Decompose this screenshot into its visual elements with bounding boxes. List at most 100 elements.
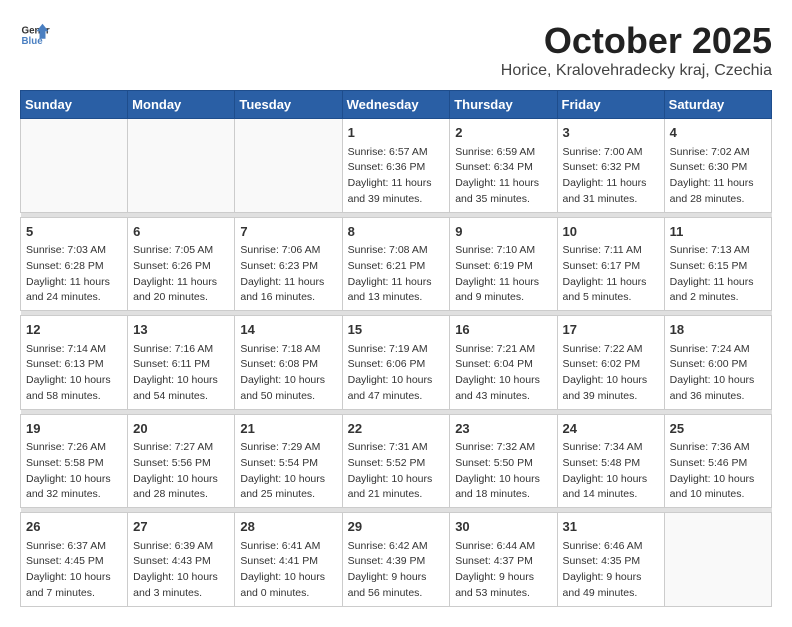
calendar-cell: 3Sunrise: 7:00 AM Sunset: 6:32 PM Daylig… (557, 119, 664, 213)
calendar-cell: 8Sunrise: 7:08 AM Sunset: 6:21 PM Daylig… (342, 217, 450, 311)
day-number: 29 (348, 517, 445, 537)
day-number: 24 (563, 419, 659, 439)
calendar-cell: 23Sunrise: 7:32 AM Sunset: 5:50 PM Dayli… (450, 414, 557, 508)
day-info: Sunrise: 6:42 AM Sunset: 4:39 PM Dayligh… (348, 539, 445, 602)
day-info: Sunrise: 7:18 AM Sunset: 6:08 PM Dayligh… (240, 342, 336, 405)
weekday-header-thursday: Thursday (450, 91, 557, 119)
calendar-cell: 1Sunrise: 6:57 AM Sunset: 6:36 PM Daylig… (342, 119, 450, 213)
calendar-cell: 27Sunrise: 6:39 AM Sunset: 4:43 PM Dayli… (128, 513, 235, 607)
day-info: Sunrise: 7:05 AM Sunset: 6:26 PM Dayligh… (133, 243, 229, 306)
day-number: 18 (670, 320, 766, 340)
day-info: Sunrise: 7:22 AM Sunset: 6:02 PM Dayligh… (563, 342, 659, 405)
day-info: Sunrise: 7:08 AM Sunset: 6:21 PM Dayligh… (348, 243, 445, 306)
day-number: 10 (563, 222, 659, 242)
calendar-cell: 29Sunrise: 6:42 AM Sunset: 4:39 PM Dayli… (342, 513, 450, 607)
calendar-cell: 30Sunrise: 6:44 AM Sunset: 4:37 PM Dayli… (450, 513, 557, 607)
calendar-cell: 6Sunrise: 7:05 AM Sunset: 6:26 PM Daylig… (128, 217, 235, 311)
day-number: 1 (348, 123, 445, 143)
calendar-cell: 24Sunrise: 7:34 AM Sunset: 5:48 PM Dayli… (557, 414, 664, 508)
calendar-cell: 19Sunrise: 7:26 AM Sunset: 5:58 PM Dayli… (21, 414, 128, 508)
day-number: 16 (455, 320, 551, 340)
calendar-cell: 10Sunrise: 7:11 AM Sunset: 6:17 PM Dayli… (557, 217, 664, 311)
day-info: Sunrise: 7:34 AM Sunset: 5:48 PM Dayligh… (563, 440, 659, 503)
calendar-cell (128, 119, 235, 213)
day-number: 12 (26, 320, 122, 340)
day-info: Sunrise: 7:27 AM Sunset: 5:56 PM Dayligh… (133, 440, 229, 503)
day-info: Sunrise: 7:32 AM Sunset: 5:50 PM Dayligh… (455, 440, 551, 503)
calendar-cell: 2Sunrise: 6:59 AM Sunset: 6:34 PM Daylig… (450, 119, 557, 213)
calendar-cell: 25Sunrise: 7:36 AM Sunset: 5:46 PM Dayli… (664, 414, 771, 508)
page-header: General Blue October 2025 Horice, Kralov… (20, 20, 772, 80)
day-number: 26 (26, 517, 122, 537)
day-info: Sunrise: 7:11 AM Sunset: 6:17 PM Dayligh… (563, 243, 659, 306)
location-title: Horice, Kralovehradecky kraj, Czechia (501, 62, 772, 80)
day-info: Sunrise: 7:21 AM Sunset: 6:04 PM Dayligh… (455, 342, 551, 405)
month-title: October 2025 (501, 20, 772, 62)
day-number: 21 (240, 419, 336, 439)
day-info: Sunrise: 6:57 AM Sunset: 6:36 PM Dayligh… (348, 145, 445, 208)
calendar-cell: 22Sunrise: 7:31 AM Sunset: 5:52 PM Dayli… (342, 414, 450, 508)
weekday-header-friday: Friday (557, 91, 664, 119)
weekday-header-saturday: Saturday (664, 91, 771, 119)
day-info: Sunrise: 7:13 AM Sunset: 6:15 PM Dayligh… (670, 243, 766, 306)
weekday-header-wednesday: Wednesday (342, 91, 450, 119)
calendar-cell: 15Sunrise: 7:19 AM Sunset: 6:06 PM Dayli… (342, 316, 450, 410)
day-number: 23 (455, 419, 551, 439)
day-number: 6 (133, 222, 229, 242)
calendar-cell: 17Sunrise: 7:22 AM Sunset: 6:02 PM Dayli… (557, 316, 664, 410)
day-info: Sunrise: 7:26 AM Sunset: 5:58 PM Dayligh… (26, 440, 122, 503)
day-number: 25 (670, 419, 766, 439)
day-number: 5 (26, 222, 122, 242)
week-row-3: 12Sunrise: 7:14 AM Sunset: 6:13 PM Dayli… (21, 316, 772, 410)
day-number: 4 (670, 123, 766, 143)
calendar-cell: 16Sunrise: 7:21 AM Sunset: 6:04 PM Dayli… (450, 316, 557, 410)
title-area: October 2025 Horice, Kralovehradecky kra… (501, 20, 772, 80)
day-number: 19 (26, 419, 122, 439)
day-info: Sunrise: 7:03 AM Sunset: 6:28 PM Dayligh… (26, 243, 122, 306)
calendar-cell: 11Sunrise: 7:13 AM Sunset: 6:15 PM Dayli… (664, 217, 771, 311)
calendar-cell: 12Sunrise: 7:14 AM Sunset: 6:13 PM Dayli… (21, 316, 128, 410)
weekday-header-tuesday: Tuesday (235, 91, 342, 119)
day-number: 8 (348, 222, 445, 242)
weekday-header-monday: Monday (128, 91, 235, 119)
calendar-cell: 14Sunrise: 7:18 AM Sunset: 6:08 PM Dayli… (235, 316, 342, 410)
day-info: Sunrise: 7:19 AM Sunset: 6:06 PM Dayligh… (348, 342, 445, 405)
day-number: 2 (455, 123, 551, 143)
calendar-cell: 13Sunrise: 7:16 AM Sunset: 6:11 PM Dayli… (128, 316, 235, 410)
week-row-1: 1Sunrise: 6:57 AM Sunset: 6:36 PM Daylig… (21, 119, 772, 213)
day-info: Sunrise: 7:29 AM Sunset: 5:54 PM Dayligh… (240, 440, 336, 503)
calendar-header: SundayMondayTuesdayWednesdayThursdayFrid… (21, 91, 772, 119)
calendar-cell: 7Sunrise: 7:06 AM Sunset: 6:23 PM Daylig… (235, 217, 342, 311)
calendar-cell: 21Sunrise: 7:29 AM Sunset: 5:54 PM Dayli… (235, 414, 342, 508)
day-number: 30 (455, 517, 551, 537)
logo: General Blue (20, 20, 50, 50)
day-number: 31 (563, 517, 659, 537)
day-number: 15 (348, 320, 445, 340)
calendar-cell: 5Sunrise: 7:03 AM Sunset: 6:28 PM Daylig… (21, 217, 128, 311)
calendar-cell: 26Sunrise: 6:37 AM Sunset: 4:45 PM Dayli… (21, 513, 128, 607)
day-number: 17 (563, 320, 659, 340)
day-info: Sunrise: 7:36 AM Sunset: 5:46 PM Dayligh… (670, 440, 766, 503)
day-info: Sunrise: 7:10 AM Sunset: 6:19 PM Dayligh… (455, 243, 551, 306)
day-info: Sunrise: 7:24 AM Sunset: 6:00 PM Dayligh… (670, 342, 766, 405)
weekday-header-sunday: Sunday (21, 91, 128, 119)
logo-icon: General Blue (20, 20, 50, 50)
day-info: Sunrise: 7:31 AM Sunset: 5:52 PM Dayligh… (348, 440, 445, 503)
day-info: Sunrise: 7:06 AM Sunset: 6:23 PM Dayligh… (240, 243, 336, 306)
calendar-cell: 4Sunrise: 7:02 AM Sunset: 6:30 PM Daylig… (664, 119, 771, 213)
day-info: Sunrise: 7:02 AM Sunset: 6:30 PM Dayligh… (670, 145, 766, 208)
day-number: 20 (133, 419, 229, 439)
day-info: Sunrise: 6:44 AM Sunset: 4:37 PM Dayligh… (455, 539, 551, 602)
calendar-cell: 31Sunrise: 6:46 AM Sunset: 4:35 PM Dayli… (557, 513, 664, 607)
day-number: 9 (455, 222, 551, 242)
calendar-cell (21, 119, 128, 213)
day-info: Sunrise: 7:00 AM Sunset: 6:32 PM Dayligh… (563, 145, 659, 208)
week-row-4: 19Sunrise: 7:26 AM Sunset: 5:58 PM Dayli… (21, 414, 772, 508)
day-number: 28 (240, 517, 336, 537)
calendar-cell (235, 119, 342, 213)
day-info: Sunrise: 7:16 AM Sunset: 6:11 PM Dayligh… (133, 342, 229, 405)
calendar-table: SundayMondayTuesdayWednesdayThursdayFrid… (20, 90, 772, 607)
day-number: 14 (240, 320, 336, 340)
day-info: Sunrise: 6:37 AM Sunset: 4:45 PM Dayligh… (26, 539, 122, 602)
day-info: Sunrise: 7:14 AM Sunset: 6:13 PM Dayligh… (26, 342, 122, 405)
